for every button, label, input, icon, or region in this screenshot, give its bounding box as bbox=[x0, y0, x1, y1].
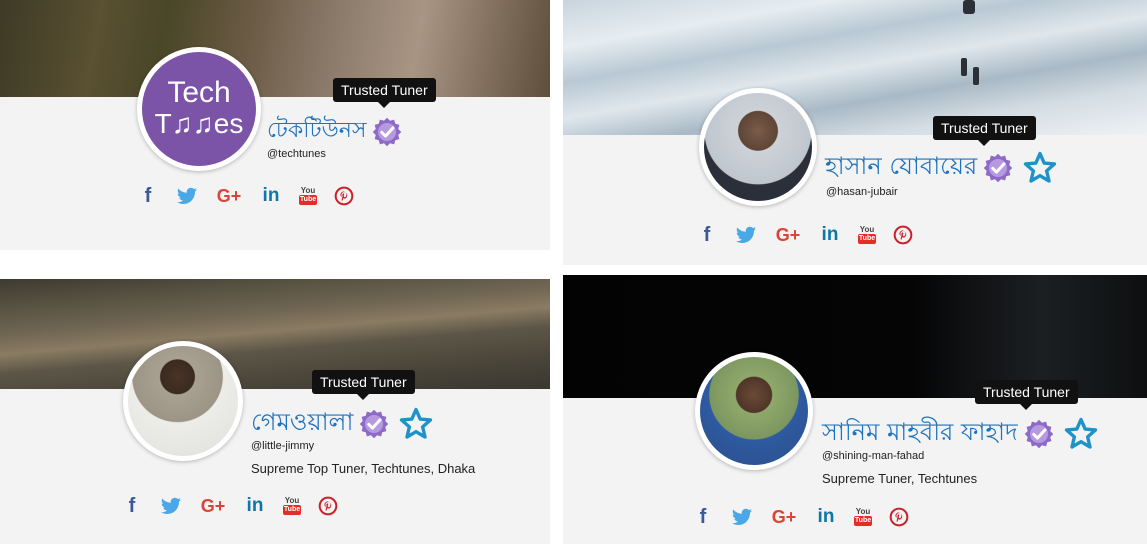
verified-badge-icon[interactable] bbox=[372, 117, 402, 147]
facebook-icon[interactable]: f bbox=[137, 185, 159, 207]
verified-badge-icon[interactable] bbox=[359, 409, 389, 439]
twitter-icon[interactable] bbox=[735, 224, 757, 246]
profile-username[interactable]: @hasan-jubair bbox=[826, 186, 898, 198]
name-row: সানিম মাহবীর ফাহাদ bbox=[822, 414, 1098, 454]
star-icon[interactable] bbox=[1064, 417, 1098, 451]
name-row: হাসান যোবায়ের bbox=[825, 148, 1057, 188]
profile-username[interactable]: @techtunes bbox=[267, 148, 326, 160]
avatar[interactable] bbox=[699, 88, 817, 206]
linkedin-icon[interactable]: in bbox=[819, 224, 841, 246]
verified-badge-icon[interactable] bbox=[983, 153, 1013, 183]
verified-badge-icon[interactable] bbox=[1024, 419, 1054, 449]
avatar-logo-text-bottom: T♫♫es bbox=[154, 108, 244, 139]
profile-username[interactable]: @shining-man-fahad bbox=[822, 450, 924, 462]
google-plus-icon[interactable]: G+ bbox=[770, 506, 798, 528]
pinterest-icon[interactable] bbox=[334, 185, 354, 207]
youtube-icon[interactable]: You Tube bbox=[853, 506, 873, 528]
profile-bio: Supreme Top Tuner, Techtunes, Dhaka bbox=[251, 461, 476, 476]
linkedin-icon[interactable]: in bbox=[244, 495, 266, 517]
pinterest-icon[interactable] bbox=[318, 495, 338, 517]
google-plus-icon[interactable]: G+ bbox=[215, 185, 243, 207]
cover-photo bbox=[0, 0, 550, 97]
google-plus-icon[interactable]: G+ bbox=[774, 224, 802, 246]
google-plus-icon[interactable]: G+ bbox=[199, 495, 227, 517]
youtube-icon[interactable]: You Tube bbox=[857, 224, 877, 246]
pinterest-icon[interactable] bbox=[889, 506, 909, 528]
social-links: f G+ in You Tube bbox=[696, 224, 930, 246]
youtube-icon[interactable]: You Tube bbox=[298, 185, 318, 207]
pinterest-icon[interactable] bbox=[893, 224, 913, 246]
profile-name[interactable]: হাসান যোবায়ের bbox=[825, 148, 977, 188]
trusted-tuner-tooltip: Trusted Tuner bbox=[933, 116, 1036, 146]
profile-name[interactable]: টেকটিউনস bbox=[267, 113, 366, 150]
twitter-icon[interactable] bbox=[731, 506, 753, 528]
star-icon[interactable] bbox=[399, 407, 433, 441]
profile-name[interactable]: সানিম মাহবীর ফাহাদ bbox=[822, 414, 1018, 454]
avatar[interactable]: Tech T♫♫es bbox=[137, 47, 261, 171]
name-row: টেকটিউনস bbox=[267, 113, 402, 150]
facebook-icon[interactable]: f bbox=[121, 495, 143, 517]
cover-photo bbox=[563, 0, 1147, 135]
avatar[interactable] bbox=[695, 352, 813, 470]
twitter-icon[interactable] bbox=[176, 185, 198, 207]
facebook-icon[interactable]: f bbox=[692, 506, 714, 528]
profile-bio: Supreme Tuner, Techtunes bbox=[822, 471, 978, 486]
avatar-logo-text-top: Tech bbox=[167, 76, 231, 109]
linkedin-icon[interactable]: in bbox=[815, 506, 837, 528]
social-links: f G+ in You Tube bbox=[137, 185, 371, 207]
youtube-icon[interactable]: You Tube bbox=[282, 495, 302, 517]
social-links: f G+ in You Tube bbox=[692, 506, 926, 528]
climber-figures bbox=[973, 67, 979, 85]
profile-name[interactable]: গেমওয়ালা bbox=[251, 404, 353, 444]
profile-card-little-jimmy: গেমওয়ালা @little-jimmy Supreme Top Tune… bbox=[0, 279, 550, 544]
climber-figures bbox=[963, 0, 975, 14]
profile-card-shining-man-fahad: সানিম মাহবীর ফাহাদ @shining-man-fahad Su… bbox=[563, 275, 1147, 544]
profile-card-techtunes: Tech T♫♫es টেকটিউনস @techtunes f G+ in Y… bbox=[0, 0, 550, 250]
avatar[interactable] bbox=[123, 341, 243, 461]
linkedin-icon[interactable]: in bbox=[260, 185, 282, 207]
social-links: f G+ in You Tube bbox=[121, 495, 355, 517]
climber-figures bbox=[961, 58, 967, 76]
facebook-icon[interactable]: f bbox=[696, 224, 718, 246]
name-row: গেমওয়ালা bbox=[251, 404, 433, 444]
profile-username[interactable]: @little-jimmy bbox=[251, 440, 314, 452]
trusted-tuner-tooltip: Trusted Tuner bbox=[975, 380, 1078, 410]
trusted-tuner-tooltip: Trusted Tuner bbox=[333, 78, 436, 108]
profile-card-hasan-jubair: হাসান যোবায়ের @hasan-jubair f G+ in You… bbox=[563, 0, 1147, 265]
twitter-icon[interactable] bbox=[160, 495, 182, 517]
trusted-tuner-tooltip: Trusted Tuner bbox=[312, 370, 415, 400]
star-icon[interactable] bbox=[1023, 151, 1057, 185]
cover-photo bbox=[0, 279, 550, 389]
